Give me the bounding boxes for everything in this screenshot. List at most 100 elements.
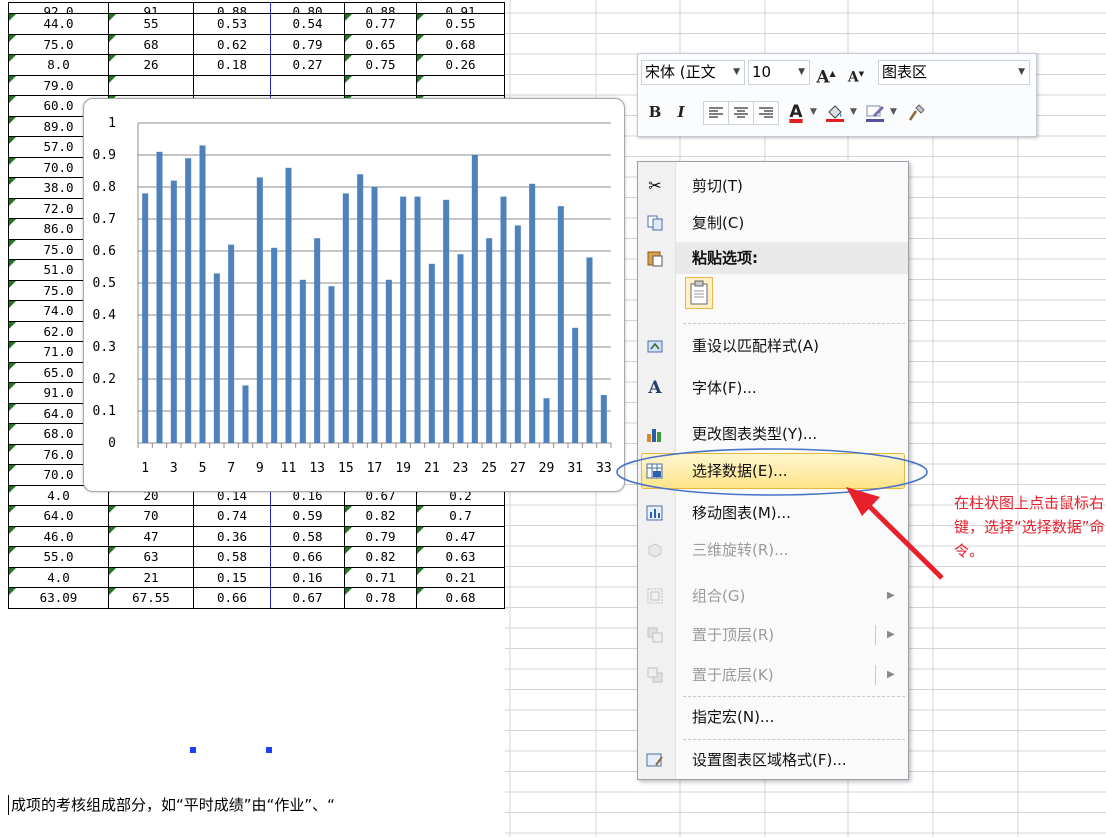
menu-item-reset-style[interactable]: 重设以匹配样式(A): [638, 328, 908, 364]
chevron-down-icon[interactable]: ▼: [850, 101, 857, 123]
table-cell[interactable]: 0.58: [270, 525, 345, 547]
bar-chart[interactable]: 00.10.20.30.40.50.60.70.80.911 3 5 7 9 11 13 15…: [84, 99, 624, 491]
table-cell[interactable]: 75.0: [8, 33, 109, 55]
table-cell[interactable]: 0.62: [193, 33, 271, 55]
table-cell[interactable]: 70: [108, 505, 194, 527]
bar[interactable]: [142, 193, 149, 443]
outline-color-button[interactable]: [864, 101, 886, 123]
table-cell[interactable]: 0.55: [416, 13, 505, 35]
bar[interactable]: [199, 145, 206, 443]
table-cell[interactable]: 0.88: [344, 2, 417, 14]
table-cell[interactable]: 0.26: [416, 54, 505, 76]
bar[interactable]: [213, 273, 220, 443]
bar[interactable]: [385, 279, 392, 443]
table-cell[interactable]: 4.0: [8, 566, 109, 588]
table-cell[interactable]: 0.71: [344, 566, 417, 588]
table-cell[interactable]: 0.67: [270, 587, 345, 609]
menu-item-font[interactable]: A 字体(F)...: [638, 370, 908, 406]
bar[interactable]: [242, 385, 249, 443]
selection-handle-left[interactable]: [190, 747, 196, 753]
bar[interactable]: [514, 225, 521, 443]
bar[interactable]: [572, 327, 579, 443]
bar[interactable]: [600, 395, 607, 443]
table-cell[interactable]: 68: [108, 33, 194, 55]
table-cell[interactable]: 63: [108, 546, 194, 568]
bar[interactable]: [471, 155, 478, 443]
table-cell[interactable]: 0.77: [344, 13, 417, 35]
table-cell[interactable]: [108, 74, 194, 96]
table-cell[interactable]: 8.0: [8, 54, 109, 76]
table-cell[interactable]: 0.78: [344, 587, 417, 609]
bar[interactable]: [371, 187, 378, 443]
bar[interactable]: [529, 183, 536, 444]
table-cell[interactable]: 0.74: [193, 505, 271, 527]
menu-item-cut[interactable]: ✂ 剪切(T): [638, 168, 908, 204]
menu-item-move-chart[interactable]: 移动图表(M)...: [638, 495, 908, 531]
table-cell[interactable]: 0.7: [416, 505, 505, 527]
table-cell[interactable]: 0.91: [416, 2, 505, 14]
menu-item-bring-to-front[interactable]: 置于顶层(R) ▶: [638, 617, 908, 653]
bar[interactable]: [285, 167, 292, 444]
bar[interactable]: [457, 254, 464, 443]
table-cell[interactable]: [344, 74, 417, 96]
table-cell[interactable]: 0.88: [193, 2, 271, 14]
menu-item-group[interactable]: 组合(G) ▶: [638, 578, 908, 614]
table-cell[interactable]: 0.79: [344, 525, 417, 547]
selection-handle-right[interactable]: [266, 747, 272, 753]
table-cell[interactable]: 0.66: [193, 587, 271, 609]
italic-button[interactable]: I: [670, 101, 692, 123]
paste-keep-formatting-button[interactable]: [685, 277, 713, 309]
chart-area[interactable]: 0 0.1 0.2 0.3 0.4 0.5 0.6 0.7 0.8 0.9 1 1 3 5 7 9 11 13 15…: [83, 98, 625, 492]
align-left-button[interactable]: [703, 101, 729, 125]
table-cell[interactable]: 0.18: [193, 54, 271, 76]
bar[interactable]: [271, 247, 278, 443]
bold-button[interactable]: B: [644, 101, 666, 123]
bar[interactable]: [486, 238, 493, 443]
table-cell[interactable]: 0.68: [416, 587, 505, 609]
bar[interactable]: [256, 177, 263, 443]
table-cell[interactable]: 92.0: [8, 2, 109, 14]
table-cell[interactable]: 0.80: [270, 2, 345, 14]
table-cell[interactable]: 0.16: [270, 566, 345, 588]
table-cell[interactable]: 46.0: [8, 525, 109, 547]
table-cell[interactable]: 0.68: [416, 33, 505, 55]
table-cell[interactable]: 67.55: [108, 587, 194, 609]
table-cell[interactable]: 44.0: [8, 13, 109, 35]
table-cell[interactable]: 26: [108, 54, 194, 76]
menu-item-copy[interactable]: 复制(C): [638, 205, 908, 241]
table-cell[interactable]: 64.0: [8, 505, 109, 527]
bar[interactable]: [185, 158, 192, 443]
chart-element-combo[interactable]: 图表区 ▼: [878, 60, 1030, 85]
bar[interactable]: [314, 238, 321, 443]
table-cell[interactable]: 47: [108, 525, 194, 547]
table-cell[interactable]: 0.21: [416, 566, 505, 588]
menu-item-3d-rotation[interactable]: 三维旋转(R)...: [638, 532, 908, 568]
bar[interactable]: [342, 193, 349, 443]
table-cell[interactable]: 0.82: [344, 505, 417, 527]
table-cell[interactable]: 0.47: [416, 525, 505, 547]
table-cell[interactable]: 0.66: [270, 546, 345, 568]
menu-item-change-chart-type[interactable]: 更改图表类型(Y)...: [638, 416, 908, 452]
chevron-down-icon[interactable]: ▼: [890, 101, 897, 123]
bar[interactable]: [414, 196, 421, 443]
table-cell[interactable]: 55.0: [8, 546, 109, 568]
table-cell[interactable]: 0.82: [344, 546, 417, 568]
bar[interactable]: [299, 279, 306, 443]
chevron-down-icon[interactable]: ▼: [810, 101, 817, 123]
table-cell[interactable]: 0.65: [344, 33, 417, 55]
align-right-button[interactable]: [753, 101, 779, 125]
table-cell[interactable]: 21: [108, 566, 194, 588]
menu-item-assign-macro[interactable]: 指定宏(N)...: [638, 699, 908, 735]
bar[interactable]: [500, 196, 507, 443]
grow-font-button[interactable]: A▲: [816, 62, 836, 88]
table-cell[interactable]: 63.09: [8, 587, 109, 609]
table-cell[interactable]: 0.54: [270, 13, 345, 35]
table-cell[interactable]: 0.63: [416, 546, 505, 568]
table-cell[interactable]: 0.59: [270, 505, 345, 527]
bar[interactable]: [557, 206, 564, 443]
bar[interactable]: [443, 199, 450, 443]
table-cell[interactable]: 0.79: [270, 33, 345, 55]
align-center-button[interactable]: [728, 101, 754, 125]
bar[interactable]: [156, 151, 163, 444]
table-cell[interactable]: 0.27: [270, 54, 345, 76]
